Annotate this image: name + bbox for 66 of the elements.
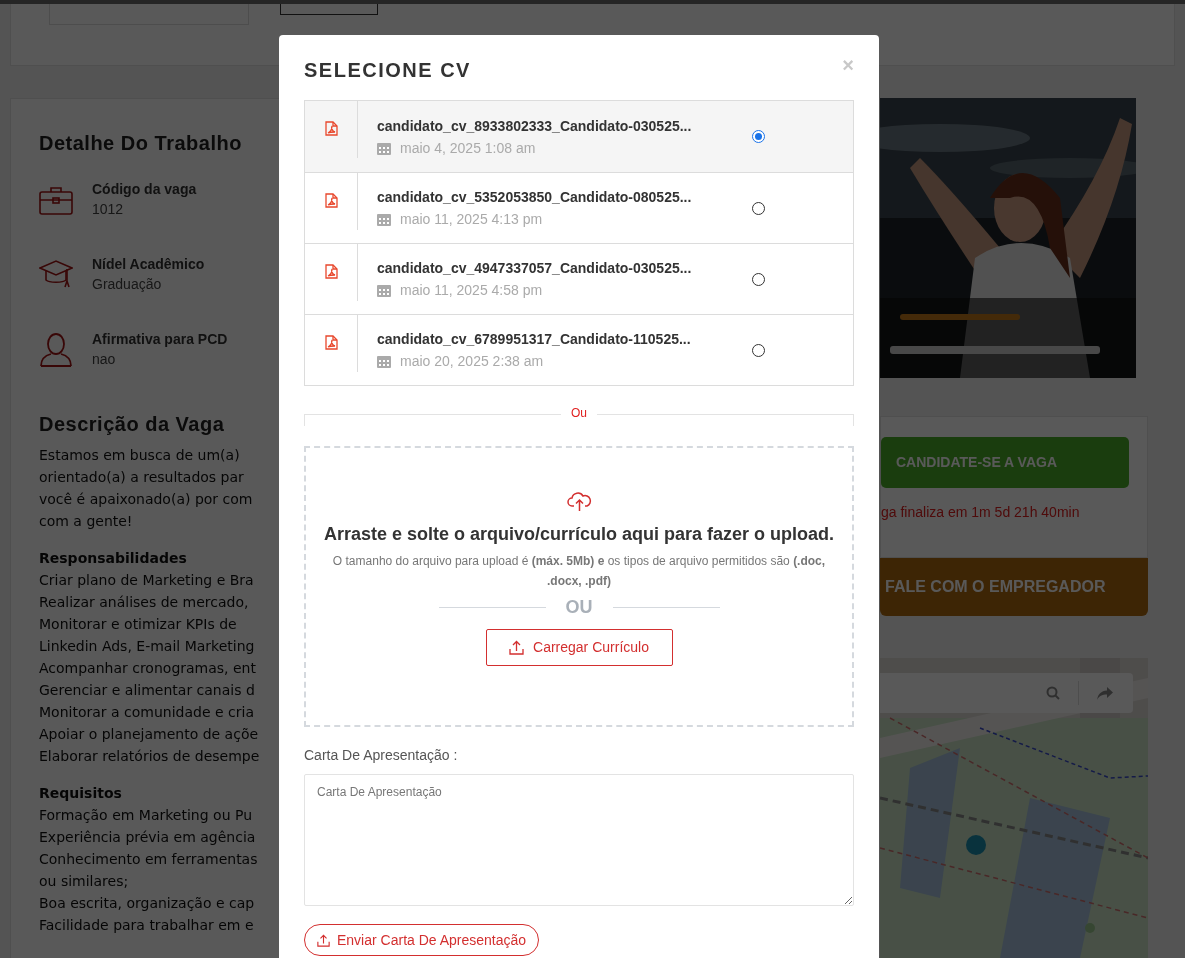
radio-button[interactable]: [752, 130, 765, 143]
file-date: maio 4, 2025 1:08 am: [400, 138, 536, 158]
calendar-icon: [377, 140, 391, 155]
file-name: candidato_cv_8933802333_Candidato-030525...: [377, 116, 693, 136]
file-date: maio 11, 2025 4:58 pm: [400, 281, 543, 300]
input-field[interactable]: [49, 4, 249, 25]
upload-info-text: O tamanho do arquivo para upload é (máx. 5Mb) e os tipos de arquivo permitidos são (.doc, .docx, .pdf): [331, 553, 827, 590]
drop-zone-heading: Arraste e solte o arquivo/currículo aqui para fazer o upload.: [323, 523, 835, 546]
subheading: Requisitos: [39, 784, 122, 803]
radio-button[interactable]: [752, 272, 765, 286]
radio-button[interactable]: [752, 343, 765, 357]
text-line: Boa escrita, organização e cap: [39, 894, 255, 913]
field-label: Nídel Acadêmico: [92, 255, 205, 274]
text-line: Conhecimento em ferramentas: [39, 850, 258, 869]
text-line: Estamos em busca de um(a): [39, 446, 240, 465]
pdf-file-icon: [324, 121, 338, 136]
field-value: Graduação: [92, 275, 163, 294]
text-line: Facilidade para trabalhar em e: [39, 916, 254, 935]
text-line: com a gente!: [39, 512, 133, 531]
cloud-upload-icon: [566, 490, 592, 512]
calendar-icon: [377, 354, 391, 368]
button[interactable]: [280, 4, 378, 15]
text-line: Linkedin Ads, E-mail Marketing: [39, 637, 255, 656]
upload-icon: [509, 640, 525, 655]
text-line: Elaborar relatórios de desempe: [39, 747, 260, 766]
text-line: orientado(a) a resultados par: [39, 468, 244, 487]
field-label: Afirmativa para PCD: [92, 330, 228, 349]
subheading: Responsabilidades: [39, 549, 187, 568]
field-label: Código da vaga: [92, 180, 197, 199]
dialog-title: SELECIONE CV: [304, 58, 471, 83]
text-line: Experiência prévia em agência: [39, 828, 256, 847]
text-line: Apoiar o planejamento de açõe: [39, 725, 259, 744]
section-heading: Descrição da Vaga: [39, 412, 225, 437]
drop-zone[interactable]: Arraste e solte o arquivo/currículo aqui para fazer o upload. O tamanho do arquivo para upload é (máx. 5Mb) e os tipos de arquivo permitidos são (.doc, .docx, .pdf) OU Carregar Currículo: [304, 446, 854, 727]
briefcase-icon: [39, 184, 73, 215]
text-line: Acompanhar cronogramas, ent: [39, 659, 256, 678]
field-value: 1012: [92, 200, 125, 219]
text-line: Formação em Marketing ou Pu: [39, 806, 253, 825]
upload-button[interactable]: Carregar Currículo: [485, 629, 673, 666]
calendar-icon: [377, 212, 391, 226]
text-line: Gerenciar e alimentar canais d: [39, 681, 255, 700]
person-icon: [39, 332, 73, 367]
calendar-icon: [377, 283, 391, 297]
pdf-file-icon: [324, 264, 338, 279]
text-line: ou similares;: [39, 872, 129, 891]
text-line: você é apaixonado(a) por com: [39, 490, 253, 509]
file-name: candidato_cv_4947337057_Candidato-030525...: [377, 259, 693, 278]
text-line: Realizar análises de mercado,: [39, 593, 249, 612]
field-value: nao: [92, 350, 117, 369]
radio-button[interactable]: [752, 201, 765, 215]
pdf-file-icon: [324, 193, 338, 208]
text-line: Monitorar a comunidade e cria: [39, 703, 254, 722]
file-name: candidato_cv_5352053850_Candidato-080525...: [377, 188, 693, 207]
deadline-text: ga finaliza em 1m 5d 21h 40min: [881, 503, 1081, 522]
separator-label: OU: [565, 596, 593, 619]
file-name: candidato_cv_6789951317_Candidato-110525...: [377, 330, 692, 349]
field-label: Carta De Apresentação :: [304, 746, 459, 765]
file-row[interactable]: candidato_cv_8933802333_Candidato-030525... maio 4, 2025 1:08 am: [305, 101, 853, 172]
upload-icon: [317, 933, 330, 947]
text-area[interactable]: Carta De Apresentação: [304, 774, 854, 906]
pdf-file-icon: [324, 335, 338, 350]
text-line: Monitorar e otimizar KPIs de: [39, 615, 237, 634]
file-date: maio 11, 2025 4:13 pm: [400, 210, 543, 229]
text-line: Criar plano de Marketing e Bra: [39, 571, 254, 590]
file-date: maio 20, 2025 2:38 am: [400, 352, 544, 371]
section-heading: Detalhe Do Trabalho: [39, 131, 242, 156]
